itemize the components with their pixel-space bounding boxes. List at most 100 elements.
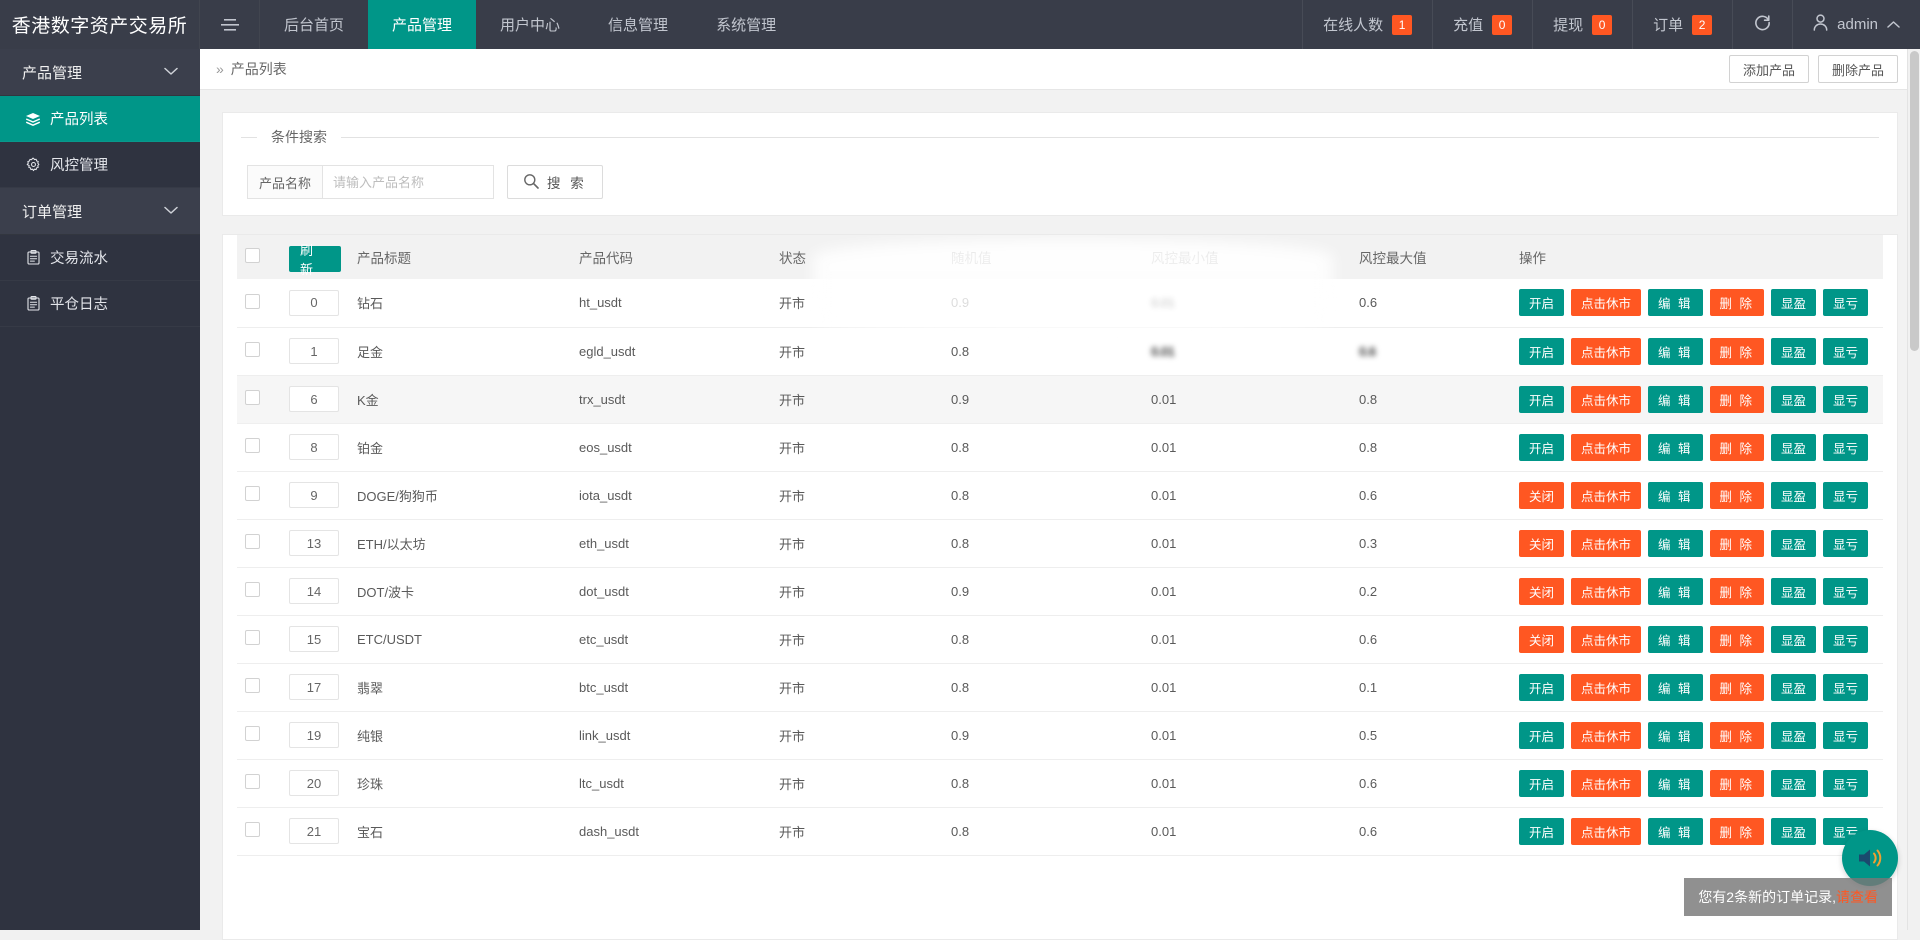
sidebar-item-product-list[interactable]: 产品列表: [0, 96, 200, 142]
topnav-item-1[interactable]: 产品管理: [368, 0, 476, 49]
row-action-edit-button[interactable]: 编 辑: [1648, 386, 1702, 413]
row-checkbox[interactable]: [245, 822, 260, 837]
row-action-loss-button[interactable]: 显亏: [1823, 626, 1868, 653]
sidebar-item-transaction-flow[interactable]: 交易流水: [0, 235, 200, 281]
row-checkbox[interactable]: [245, 630, 260, 645]
row-action-edit-button[interactable]: 编 辑: [1648, 818, 1702, 845]
row-action-profit-button[interactable]: 显盈: [1771, 626, 1816, 653]
refresh-table-button[interactable]: 刷 新: [289, 246, 341, 272]
sidebar-group-order[interactable]: 订单管理: [0, 188, 200, 235]
row-checkbox[interactable]: [245, 342, 260, 357]
topnav-item-0[interactable]: 后台首页: [260, 0, 368, 49]
row-action-loss-button[interactable]: 显亏: [1823, 770, 1868, 797]
row-action-suspend-button[interactable]: 点击休市: [1571, 482, 1641, 509]
row-checkbox[interactable]: [245, 774, 260, 789]
row-action-profit-button[interactable]: 显盈: [1771, 434, 1816, 461]
row-action-toggle-button[interactable]: 开启: [1519, 674, 1564, 701]
refresh-button[interactable]: [1732, 0, 1792, 49]
row-action-suspend-button[interactable]: 点击休市: [1571, 530, 1641, 557]
row-action-suspend-button[interactable]: 点击休市: [1571, 674, 1641, 701]
row-action-toggle-button[interactable]: 开启: [1519, 770, 1564, 797]
row-action-profit-button[interactable]: 显盈: [1771, 289, 1816, 316]
row-action-suspend-button[interactable]: 点击休市: [1571, 722, 1641, 749]
row-action-toggle-button[interactable]: 开启: [1519, 434, 1564, 461]
row-action-delete-button[interactable]: 删 除: [1710, 386, 1764, 413]
row-action-edit-button[interactable]: 编 辑: [1648, 626, 1702, 653]
row-action-edit-button[interactable]: 编 辑: [1648, 530, 1702, 557]
row-action-loss-button[interactable]: 显亏: [1823, 386, 1868, 413]
row-action-loss-button[interactable]: 显亏: [1823, 722, 1868, 749]
topnav-item-4[interactable]: 系统管理: [692, 0, 800, 49]
order-notification-toast[interactable]: 您有2条新的订单记录,请查看: [1684, 878, 1892, 916]
select-all-checkbox[interactable]: [245, 248, 260, 263]
row-action-toggle-button[interactable]: 开启: [1519, 289, 1564, 316]
row-checkbox[interactable]: [245, 726, 260, 741]
sidebar-group-product[interactable]: 产品管理: [0, 49, 200, 96]
row-action-toggle-button[interactable]: 关闭: [1519, 530, 1564, 557]
row-action-edit-button[interactable]: 编 辑: [1648, 338, 1702, 365]
row-action-loss-button[interactable]: 显亏: [1823, 482, 1868, 509]
row-action-delete-button[interactable]: 删 除: [1710, 722, 1764, 749]
row-action-suspend-button[interactable]: 点击休市: [1571, 386, 1641, 413]
row-action-profit-button[interactable]: 显盈: [1771, 482, 1816, 509]
row-action-toggle-button[interactable]: 关闭: [1519, 482, 1564, 509]
sidebar-item-close-position-log[interactable]: 平仓日志: [0, 281, 200, 327]
row-action-loss-button[interactable]: 显亏: [1823, 338, 1868, 365]
row-action-profit-button[interactable]: 显盈: [1771, 818, 1816, 845]
row-action-edit-button[interactable]: 编 辑: [1648, 434, 1702, 461]
row-checkbox[interactable]: [245, 390, 260, 405]
stat-orders[interactable]: 订单 2: [1632, 0, 1732, 49]
row-action-edit-button[interactable]: 编 辑: [1648, 289, 1702, 316]
topnav-item-3[interactable]: 信息管理: [584, 0, 692, 49]
row-action-delete-button[interactable]: 删 除: [1710, 530, 1764, 557]
row-action-loss-button[interactable]: 显亏: [1823, 530, 1868, 557]
row-checkbox[interactable]: [245, 582, 260, 597]
row-action-edit-button[interactable]: 编 辑: [1648, 578, 1702, 605]
row-action-suspend-button[interactable]: 点击休市: [1571, 289, 1641, 316]
toast-link[interactable]: 请查看: [1836, 889, 1878, 905]
row-action-delete-button[interactable]: 删 除: [1710, 770, 1764, 797]
row-action-suspend-button[interactable]: 点击休市: [1571, 578, 1641, 605]
row-action-delete-button[interactable]: 删 除: [1710, 434, 1764, 461]
row-action-delete-button[interactable]: 删 除: [1710, 338, 1764, 365]
row-checkbox[interactable]: [245, 534, 260, 549]
topnav-item-2[interactable]: 用户中心: [476, 0, 584, 49]
row-action-loss-button[interactable]: 显亏: [1823, 578, 1868, 605]
row-checkbox[interactable]: [245, 438, 260, 453]
row-action-suspend-button[interactable]: 点击休市: [1571, 434, 1641, 461]
row-checkbox[interactable]: [245, 486, 260, 501]
row-action-edit-button[interactable]: 编 辑: [1648, 722, 1702, 749]
sidebar-item-risk-control[interactable]: 风控管理: [0, 142, 200, 188]
row-action-loss-button[interactable]: 显亏: [1823, 434, 1868, 461]
row-action-toggle-button[interactable]: 开启: [1519, 818, 1564, 845]
row-action-toggle-button[interactable]: 关闭: [1519, 626, 1564, 653]
row-action-delete-button[interactable]: 删 除: [1710, 578, 1764, 605]
row-checkbox[interactable]: [245, 294, 260, 309]
page-scrollbar-thumb[interactable]: [1910, 51, 1919, 351]
row-action-suspend-button[interactable]: 点击休市: [1571, 338, 1641, 365]
row-action-profit-button[interactable]: 显盈: [1771, 674, 1816, 701]
stat-online-users[interactable]: 在线人数 1: [1302, 0, 1432, 49]
row-action-toggle-button[interactable]: 开启: [1519, 338, 1564, 365]
row-action-toggle-button[interactable]: 关闭: [1519, 578, 1564, 605]
row-action-suspend-button[interactable]: 点击休市: [1571, 818, 1641, 845]
row-action-delete-button[interactable]: 删 除: [1710, 818, 1764, 845]
row-action-delete-button[interactable]: 删 除: [1710, 289, 1764, 316]
row-action-loss-button[interactable]: 显亏: [1823, 289, 1868, 316]
row-action-delete-button[interactable]: 删 除: [1710, 482, 1764, 509]
row-action-toggle-button[interactable]: 开启: [1519, 722, 1564, 749]
search-button[interactable]: 搜 索: [507, 165, 603, 199]
row-action-edit-button[interactable]: 编 辑: [1648, 770, 1702, 797]
stat-withdraw[interactable]: 提现 0: [1532, 0, 1632, 49]
row-checkbox[interactable]: [245, 678, 260, 693]
row-action-profit-button[interactable]: 显盈: [1771, 722, 1816, 749]
page-scrollbar[interactable]: [1907, 49, 1920, 930]
row-action-loss-button[interactable]: 显亏: [1823, 674, 1868, 701]
add-product-button[interactable]: 添加产品: [1729, 55, 1809, 83]
row-action-suspend-button[interactable]: 点击休市: [1571, 626, 1641, 653]
row-action-profit-button[interactable]: 显盈: [1771, 530, 1816, 557]
row-action-delete-button[interactable]: 删 除: [1710, 626, 1764, 653]
row-action-profit-button[interactable]: 显盈: [1771, 770, 1816, 797]
product-name-input[interactable]: [322, 165, 494, 199]
row-action-edit-button[interactable]: 编 辑: [1648, 482, 1702, 509]
